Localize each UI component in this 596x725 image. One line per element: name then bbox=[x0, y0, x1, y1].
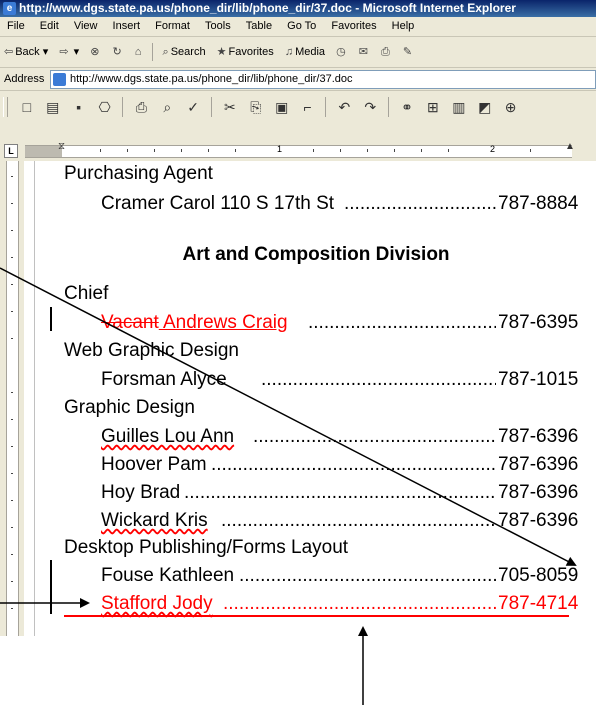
annotation-arrow-diagonal bbox=[0, 267, 577, 566]
annotation-overlay bbox=[0, 267, 577, 705]
